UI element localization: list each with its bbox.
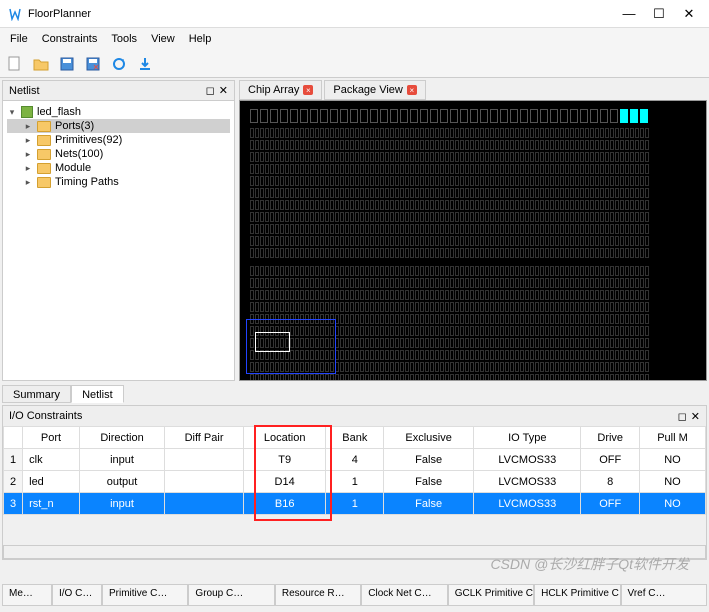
close-button[interactable]: ✕ bbox=[683, 8, 695, 20]
column-header[interactable]: Exclusive bbox=[384, 427, 474, 449]
footer-tab[interactable]: I/O C… bbox=[52, 584, 102, 606]
footer-tab[interactable]: Vref C… bbox=[621, 584, 707, 606]
tree-item-nets[interactable]: ▸Nets(100) bbox=[7, 147, 230, 161]
close-panel-icon[interactable]: ✕ bbox=[219, 84, 228, 97]
close-panel-icon[interactable]: ✕ bbox=[691, 410, 700, 423]
save-button[interactable] bbox=[56, 53, 78, 75]
tab-package-view[interactable]: Package View× bbox=[324, 80, 426, 100]
io-table: PortDirectionDiff PairLocationBankExclus… bbox=[3, 426, 706, 515]
toolbar bbox=[0, 50, 709, 78]
tab-chip-array[interactable]: Chip Array× bbox=[239, 80, 322, 100]
reload-button[interactable] bbox=[108, 53, 130, 75]
footer-tab[interactable]: HCLK Primitive C… bbox=[534, 584, 620, 606]
tree-item-ports[interactable]: ▸Ports(3) bbox=[7, 119, 230, 133]
tree-item-module[interactable]: ▸Module bbox=[7, 161, 230, 175]
minimap[interactable] bbox=[246, 319, 336, 374]
tree-item-primitives[interactable]: ▸Primitives(92) bbox=[7, 133, 230, 147]
title-bar: FloorPlanner — ☐ ✕ bbox=[0, 0, 709, 28]
menu-help[interactable]: Help bbox=[183, 31, 218, 47]
app-icon bbox=[8, 7, 22, 21]
footer-tab[interactable]: Resource R… bbox=[275, 584, 361, 606]
menu-file[interactable]: File bbox=[4, 31, 34, 47]
undock-icon[interactable]: ◻ bbox=[206, 84, 215, 97]
column-header[interactable]: IO Type bbox=[474, 427, 581, 449]
netlist-title: Netlist bbox=[9, 85, 40, 97]
chip-icon bbox=[21, 106, 33, 118]
tab-netlist[interactable]: Netlist bbox=[71, 385, 124, 403]
menu-bar: File Constraints Tools View Help bbox=[0, 28, 709, 50]
undock-icon[interactable]: ◻ bbox=[678, 410, 687, 423]
minimize-button[interactable]: — bbox=[623, 8, 635, 20]
tab-summary[interactable]: Summary bbox=[2, 385, 71, 403]
netlist-tree: ▾led_flash ▸Ports(3) ▸Primitives(92) ▸Ne… bbox=[3, 101, 234, 380]
menu-constraints[interactable]: Constraints bbox=[36, 31, 104, 47]
column-header[interactable]: Diff Pair bbox=[165, 427, 244, 449]
close-icon[interactable]: × bbox=[303, 85, 313, 95]
menu-view[interactable]: View bbox=[145, 31, 181, 47]
folder-icon bbox=[37, 149, 51, 160]
horizontal-scrollbar[interactable] bbox=[3, 545, 706, 559]
save-constraints-button[interactable] bbox=[82, 53, 104, 75]
column-header[interactable]: Direction bbox=[79, 427, 164, 449]
table-row[interactable]: 1clkinputT94FalseLVCMOS33OFFNO bbox=[4, 449, 706, 471]
footer-tab[interactable]: Group C… bbox=[188, 584, 274, 606]
column-header[interactable]: Drive bbox=[581, 427, 640, 449]
column-header[interactable]: Bank bbox=[326, 427, 384, 449]
download-button[interactable] bbox=[134, 53, 156, 75]
maximize-button[interactable]: ☐ bbox=[653, 8, 665, 20]
new-button[interactable] bbox=[4, 53, 26, 75]
column-header[interactable]: Port bbox=[23, 427, 80, 449]
menu-tools[interactable]: Tools bbox=[105, 31, 143, 47]
chip-array-view[interactable] bbox=[239, 100, 707, 381]
folder-icon bbox=[37, 177, 51, 188]
footer-tab[interactable]: Primitive C… bbox=[102, 584, 188, 606]
footer-tab[interactable]: Me… bbox=[2, 584, 52, 606]
footer-tab[interactable]: Clock Net C… bbox=[361, 584, 447, 606]
column-header[interactable]: Pull M bbox=[639, 427, 705, 449]
footer-tabs: Me…I/O C…Primitive C…Group C…Resource R…… bbox=[2, 584, 707, 606]
folder-icon bbox=[37, 121, 51, 132]
netlist-panel: Netlist ◻ ✕ ▾led_flash ▸Ports(3) ▸Primiti… bbox=[2, 80, 235, 381]
io-constraints-panel: I/O Constraints ◻ ✕ PortDirectionDiff Pai… bbox=[2, 405, 707, 560]
io-title: I/O Constraints bbox=[9, 410, 82, 422]
table-row[interactable]: 3rst_ninputB161FalseLVCMOS33OFFNO bbox=[4, 493, 706, 515]
window-title: FloorPlanner bbox=[28, 8, 91, 20]
table-row[interactable]: 2ledoutputD141FalseLVCMOS338NO bbox=[4, 471, 706, 493]
chip-panel: Chip Array× Package View× bbox=[239, 80, 707, 381]
folder-icon bbox=[37, 135, 51, 146]
column-header[interactable]: Location bbox=[243, 427, 326, 449]
tree-item-timing[interactable]: ▸Timing Paths bbox=[7, 175, 230, 189]
close-icon[interactable]: × bbox=[407, 85, 417, 95]
minimap-viewport[interactable] bbox=[255, 332, 290, 352]
folder-icon bbox=[37, 163, 51, 174]
footer-tab[interactable]: GCLK Primitive C… bbox=[448, 584, 534, 606]
open-button[interactable] bbox=[30, 53, 52, 75]
tree-root[interactable]: ▾led_flash bbox=[7, 105, 230, 119]
